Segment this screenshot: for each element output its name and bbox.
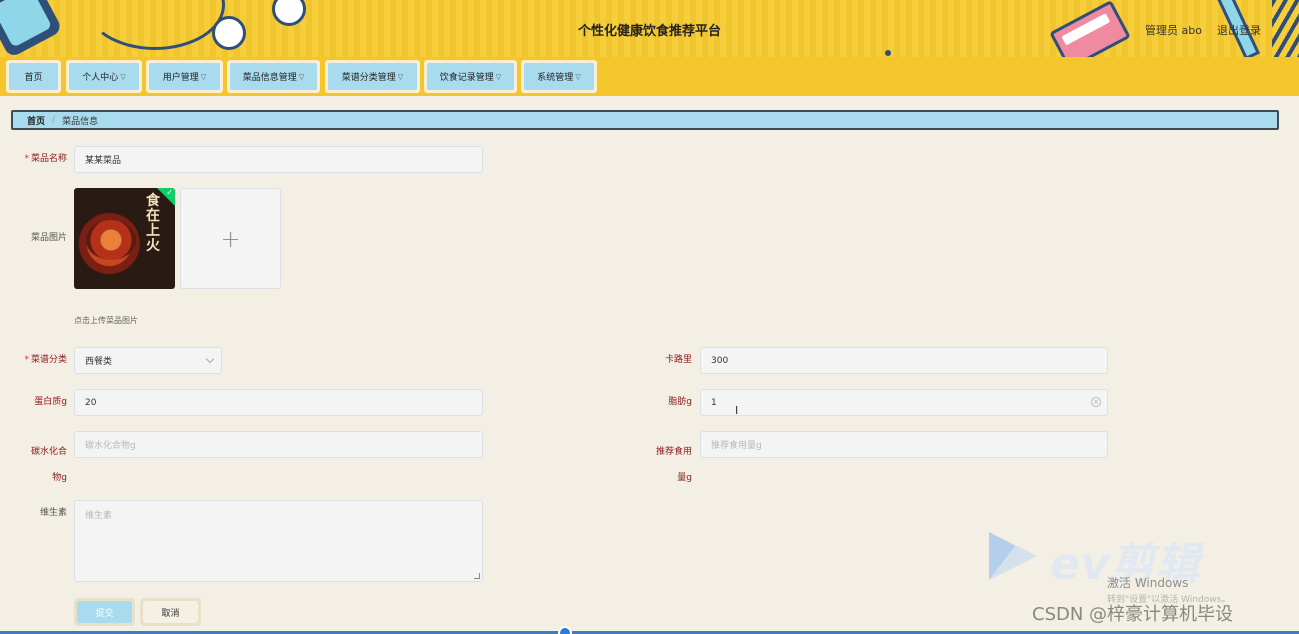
vitamin-textarea[interactable]: 维生素 — [74, 500, 483, 582]
nav-label: 菜品信息管理 — [242, 73, 297, 83]
chevron-down-icon: ▽ — [575, 72, 581, 81]
calories-label: 卡路里 — [664, 355, 692, 365]
protein-label: 蛋白质g — [34, 397, 67, 407]
carbs-label: 碳水化合 物g — [30, 447, 67, 483]
upload-hint: 点击上传菜品图片 — [74, 316, 138, 325]
windows-activation-title: 激活 Windows — [1107, 576, 1189, 590]
dot-illustration — [885, 50, 891, 56]
dish-name-input[interactable]: 某某菜品 — [74, 146, 483, 173]
logout-link[interactable]: 退出登录 — [1217, 22, 1261, 38]
dish-name-label: * 菜品名称 — [24, 154, 67, 164]
category-label: * 菜谱分类 — [24, 355, 67, 365]
submit-button[interactable]: 提交 — [74, 598, 135, 626]
ev-play-logo-icon — [989, 532, 1037, 580]
submit-button-label: 提交 — [77, 601, 132, 623]
dish-image-label: 菜品图片 — [30, 233, 67, 243]
clear-icon[interactable]: × — [1091, 397, 1101, 407]
chevron-down-icon: ▽ — [200, 72, 207, 81]
carbs-input[interactable]: 碳水化合物g — [74, 431, 483, 458]
app-title: 个性化健康饮食推荐平台 — [577, 24, 721, 39]
category-selected-value: 西餐类 — [85, 357, 113, 367]
i-beam-cursor-icon: I — [735, 404, 739, 417]
breadcrumb-current: 菜品信息 — [62, 116, 99, 127]
chevron-down-icon — [205, 354, 215, 364]
cancel-button-label: 取消 — [143, 601, 198, 623]
breadcrumb-home[interactable]: 首页 — [27, 114, 45, 127]
chevron-down-icon: ▽ — [120, 72, 126, 81]
hotpot-bowl-illustration — [86, 220, 136, 260]
nav-dish-management[interactable]: 菜品信息管理 ▽ — [227, 60, 320, 93]
chevron-down-icon: ▽ — [495, 72, 502, 81]
nav-label: 用户管理 — [162, 73, 199, 83]
vitamin-placeholder: 维生素 — [85, 511, 113, 521]
current-user: 管理员 abo — [1145, 24, 1202, 37]
breadcrumb-separator: / — [52, 115, 56, 125]
calories-input[interactable]: 300 — [700, 347, 1108, 374]
plus-icon: + — [220, 224, 241, 253]
image-upload-button[interactable]: + — [180, 188, 281, 289]
fat-label: 脂肪g — [668, 397, 692, 407]
chevron-down-icon: ▽ — [298, 72, 305, 81]
nav-category-management[interactable]: 菜谱分类管理 ▽ — [325, 60, 420, 93]
chevron-down-icon: ▽ — [397, 72, 404, 81]
category-select[interactable]: 西餐类 — [74, 347, 222, 374]
cancel-button[interactable]: 取消 — [140, 598, 201, 626]
nav-user-management[interactable]: 用户管理 ▽ — [146, 60, 223, 93]
dish-image-thumbnail[interactable]: 食在上火 — [74, 188, 175, 289]
top-nav: 首页 个人中心 ▽ 用户管理 ▽ 菜品信息管理 ▽ 菜谱分类管理 ▽ 饮食记录管理 ▽ 系… — [0, 57, 1299, 96]
nav-label: 系统管理 — [537, 73, 574, 83]
nav-label: 菜谱分类管理 — [341, 73, 396, 83]
vitamin-label: 维生素 — [39, 508, 67, 518]
scrubber-handle[interactable] — [558, 626, 572, 634]
upload-success-check-icon — [157, 188, 175, 206]
recommended-intake-input[interactable]: 推荐食用量g — [700, 431, 1108, 458]
recommended-intake-label: 推荐食用 量g — [655, 447, 692, 483]
protein-input[interactable]: 20 — [74, 389, 483, 416]
breadcrumb: 首页 / 菜品信息 — [11, 110, 1279, 130]
nav-label: 饮食记录管理 — [439, 73, 494, 83]
header-banner: 个性化健康饮食推荐平台 管理员 abo 退出登录 — [0, 0, 1299, 57]
nav-personal-center[interactable]: 个人中心 ▽ — [66, 60, 142, 93]
csdn-watermark: CSDN @梓豪计算机毕设 — [1032, 604, 1234, 625]
fat-value: 1 — [711, 397, 717, 408]
nav-label: 个人中心 — [82, 73, 119, 83]
nav-label: 首页 — [24, 73, 43, 83]
nav-home[interactable]: 首页 — [6, 60, 61, 93]
nav-system-management[interactable]: 系统管理 ▽ — [521, 60, 597, 93]
fat-input[interactable]: 1 × — [700, 389, 1108, 416]
nav-diet-record-management[interactable]: 饮食记录管理 ▽ — [424, 60, 517, 93]
resize-handle-icon[interactable] — [474, 573, 480, 579]
